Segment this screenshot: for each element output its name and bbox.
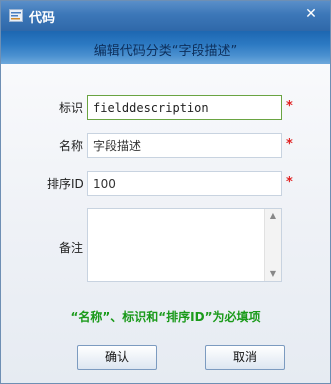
remark-scrollbar[interactable]: ▲ ▼ <box>264 209 281 281</box>
header-text: 编辑代码分类“字段描述” <box>93 44 238 59</box>
id-required-mark: * <box>286 99 293 114</box>
code-app-icon <box>9 9 23 22</box>
order-id-required-mark: * <box>286 175 293 190</box>
cancel-button[interactable]: 取消 <box>205 345 285 370</box>
code-dialog-window: 代码 ✕ 编辑代码分类“字段描述” 标识 * 名称 * 排序ID * 备注 ▲ … <box>0 0 331 384</box>
id-label: 标识 <box>59 101 84 115</box>
confirm-button[interactable]: 确认 <box>77 345 157 370</box>
remark-textarea[interactable] <box>88 209 265 281</box>
name-label: 名称 <box>59 139 84 153</box>
required-hint: “名称”、标识和“排序ID”为必填项 <box>70 310 261 324</box>
order-id-label: 排序ID <box>47 177 84 191</box>
name-field[interactable] <box>87 133 282 158</box>
scroll-up-arrow-icon[interactable]: ▲ <box>265 209 281 223</box>
window-title: 代码 <box>29 11 56 26</box>
name-required-mark: * <box>286 137 293 152</box>
remark-label: 备注 <box>59 241 84 255</box>
scroll-down-arrow-icon[interactable]: ▼ <box>265 267 281 281</box>
title-bar[interactable]: 代码 ✕ <box>1 1 330 31</box>
remark-textarea-box: ▲ ▼ <box>87 208 282 282</box>
close-icon[interactable]: ✕ <box>302 5 320 23</box>
id-field[interactable] <box>87 95 282 120</box>
order-id-field[interactable] <box>87 171 282 196</box>
